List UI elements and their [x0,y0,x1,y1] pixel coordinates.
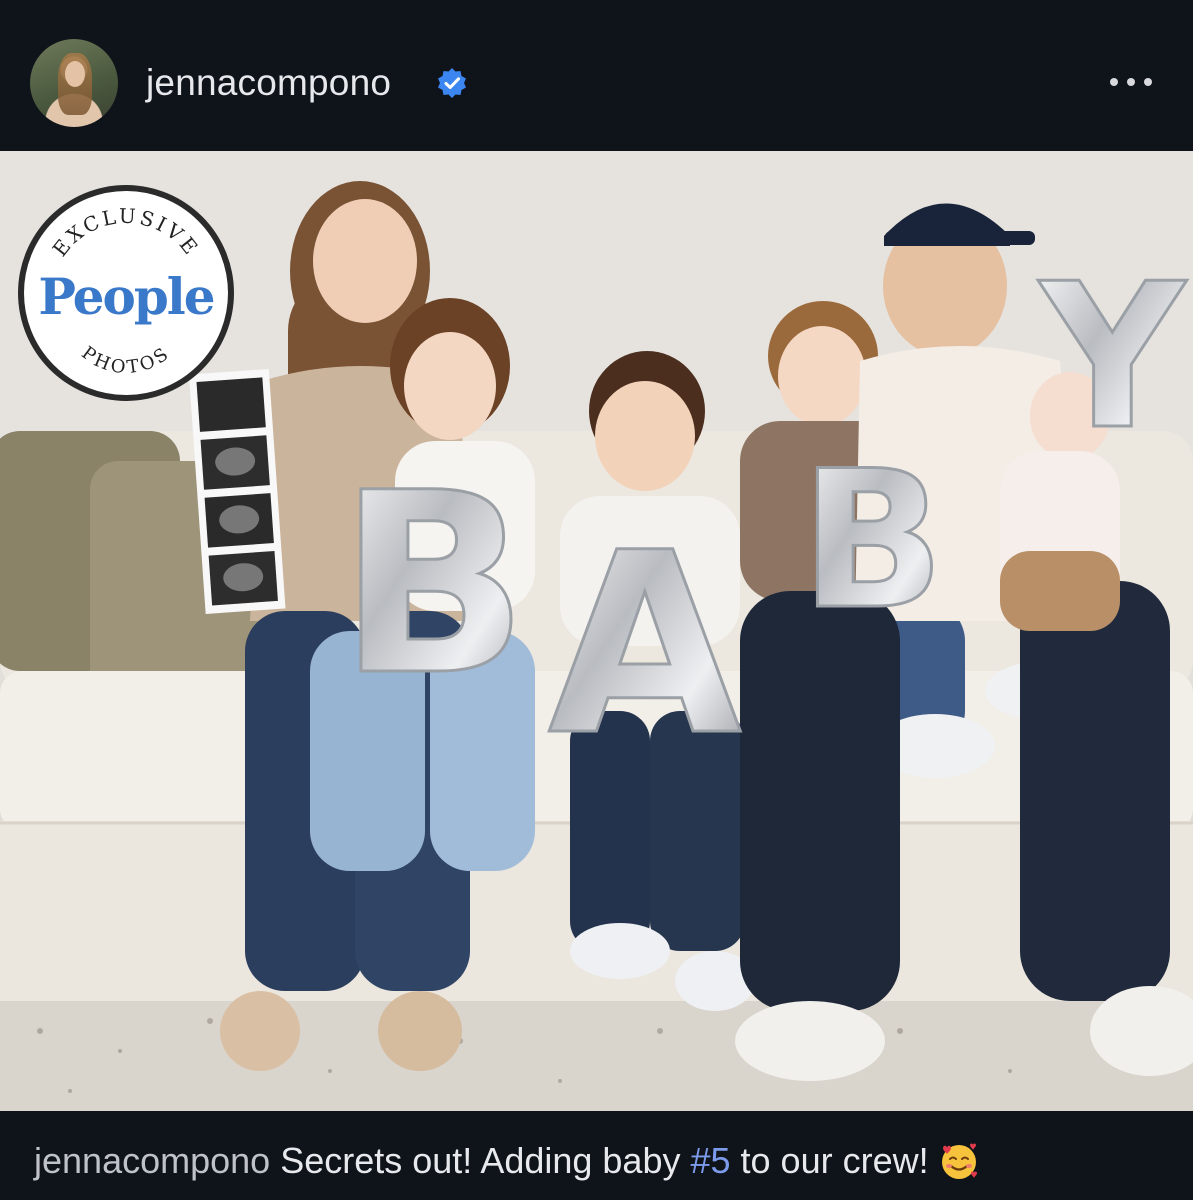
avatar[interactable] [30,39,118,127]
badge-bottom-text: PHOTOS [77,342,174,378]
caption-text-before: Secrets out! Adding baby [280,1140,691,1181]
caption-hashtag[interactable]: #5 [690,1140,730,1181]
post-header: jennacompono [0,0,1193,150]
username-link[interactable]: jennacompono [146,62,391,104]
badge-top-text: EXCLUSIVE [48,204,205,261]
more-options-icon[interactable] [1108,72,1154,92]
post-caption: jennacompono Secrets out! Adding baby #5… [0,1111,1193,1200]
smiling-face-with-hearts-icon [941,1143,977,1179]
balloon-letter-b1: B [338,439,529,730]
caption-line: jennacompono Secrets out! Adding baby #5… [34,1141,979,1181]
badge-brand-text: People [38,267,215,326]
avatar-face [65,61,85,87]
verified-badge-icon [438,68,466,98]
caption-text-after: to our crew! [730,1140,929,1181]
balloon-letter-b2: B [800,430,945,651]
people-exclusive-badge: EXCLUSIVE PHOTOS People [18,185,234,401]
post-photo[interactable]: B A B Y EXCLUSIVE PHOTOS People [0,151,1193,1111]
balloon-letter-a: A [548,499,741,790]
caption-username[interactable]: jennacompono [34,1140,270,1181]
instagram-post: jennacompono B A B Y EXCLUSIVE PHOTOS Pe… [0,0,1193,1200]
balloon-letter-y: Y [1038,241,1187,474]
